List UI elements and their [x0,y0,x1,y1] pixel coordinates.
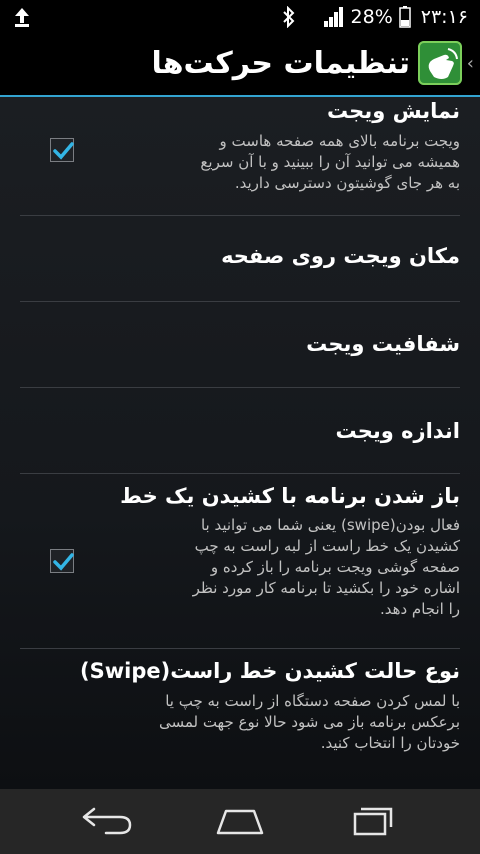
status-right: 28% ۲۳:۱۶ [281,4,468,30]
show-widget-checkbox[interactable] [50,138,74,162]
app-logo-icon[interactable] [418,41,462,85]
signal-icon [323,7,343,27]
page-title: تنظیمات حرکت‌ها [151,46,410,81]
pref-widget-position[interactable]: مکان ویجت روی صفحه [20,216,460,302]
pref-swipe-open[interactable]: باز شدن برنامه با کشیدن یک خط فعال بودن(… [20,474,460,649]
pref-title: باز شدن برنامه با کشیدن یک خط [120,484,460,508]
battery-percent: 28% [350,6,393,28]
pref-summary: با لمس کردن صفحه دستگاه از راست به چپ یا… [158,692,460,752]
back-chevron-icon[interactable]: ‹ [467,53,474,74]
home-icon[interactable] [210,803,270,839]
pref-title: مکان ویجت روی صفحه [221,244,460,268]
pref-title: اندازه ویجت [335,419,460,443]
preference-list: نمایش ویجت ویجت برنامه بالای همه صفحه ها… [0,97,480,789]
action-bar: ‹ تنظیمات حرکت‌ها [0,33,480,97]
pref-title: نوع حالت کشیدن خط راست(Swipe) [80,659,460,683]
pref-title: نمایش ویجت [326,99,460,123]
pref-swipe-mode[interactable]: نوع حالت کشیدن خط راست(Swipe) با لمس کرد… [20,649,460,789]
checkmark-icon [53,142,74,160]
navigation-bar [0,789,480,854]
clock: ۲۳:۱۶ [420,6,468,28]
swipe-open-checkbox[interactable] [50,549,74,573]
pref-summary: ویجت برنامه بالای همه صفحه هاست و همیشه … [200,132,460,192]
pref-widget-size[interactable]: اندازه ویجت [20,388,460,474]
recent-apps-icon[interactable] [345,803,405,839]
upload-icon [15,8,29,27]
pref-widget-opacity[interactable]: شفافیت ویجت [20,302,460,388]
bluetooth-icon [282,6,294,28]
pref-show-widget[interactable]: نمایش ویجت ویجت برنامه بالای همه صفحه ها… [20,97,460,216]
pref-title: شفافیت ویجت [306,332,460,356]
pref-summary: فعال بودن(swipe) یعنی شما می توانید با ک… [192,516,460,618]
back-icon[interactable] [76,803,136,839]
status-bar: 28% ۲۳:۱۶ [0,0,480,33]
checkmark-icon [53,553,74,571]
battery-icon [399,6,411,28]
